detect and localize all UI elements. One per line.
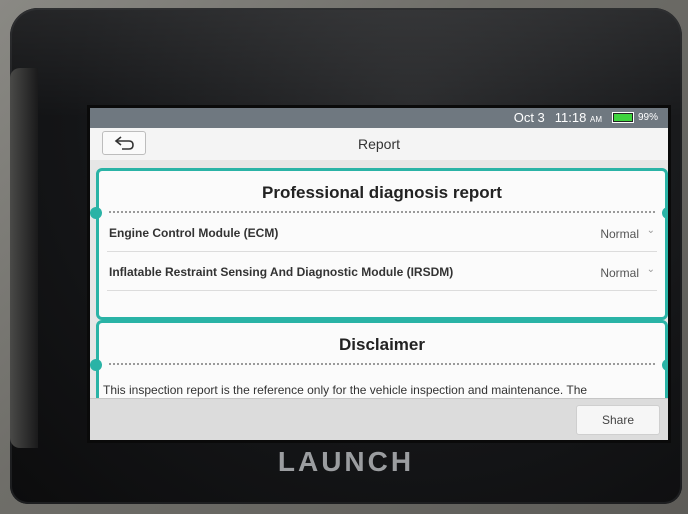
- chevron-down-icon: ⌄: [646, 225, 655, 236]
- chevron-down-icon: ⌄: [646, 264, 655, 275]
- battery-indicator: 99%: [611, 112, 658, 123]
- report-content[interactable]: Professional diagnosis report Engine Con…: [90, 160, 668, 422]
- status-right: Oct 3 11:18 AM 99%: [514, 110, 658, 125]
- card-notch: [90, 207, 102, 219]
- module-row-irsdm[interactable]: Inflatable Restraint Sensing And Diagnos…: [107, 252, 657, 291]
- title-bar: Report: [90, 128, 668, 161]
- status-time: 11:18: [554, 110, 587, 125]
- diagnosis-report-card: Professional diagnosis report Engine Con…: [90, 168, 668, 320]
- device-edge: [10, 68, 38, 448]
- battery-percent: 99%: [637, 112, 658, 123]
- card-notch: [662, 359, 668, 371]
- disclaimer-title: Disclaimer: [339, 335, 425, 354]
- tablet-device: Oct 3 11:18 AM 99% Report Professional d…: [10, 8, 682, 504]
- battery-fill: [613, 114, 632, 121]
- module-row-ecm[interactable]: Engine Control Module (ECM) Normal ⌄: [107, 213, 657, 252]
- status-bar: Oct 3 11:18 AM 99%: [90, 108, 668, 128]
- page-title: Report: [357, 136, 401, 152]
- status-ampm: AM: [589, 115, 602, 124]
- card-notch: [90, 359, 102, 371]
- module-label: Engine Control Module (ECM): [109, 226, 279, 240]
- module-status: Normal: [600, 266, 639, 280]
- photo-scene: Oct 3 11:18 AM 99% Report Professional d…: [0, 0, 688, 514]
- dotted-divider: [109, 363, 655, 365]
- battery-icon: [611, 112, 634, 123]
- disclaimer-text: This inspection report is the reference …: [103, 383, 588, 397]
- share-button[interactable]: Share: [576, 405, 660, 435]
- bezel-glare: [10, 8, 682, 118]
- card-notch: [662, 207, 668, 219]
- module-label: Inflatable Restraint Sensing And Diagnos…: [109, 265, 454, 279]
- diagnosis-report-title: Professional diagnosis report: [262, 183, 502, 202]
- tablet-screen: Oct 3 11:18 AM 99% Report Professional d…: [90, 108, 668, 440]
- device-brand-logo: LAUNCH: [277, 446, 415, 477]
- status-date: Oct 3: [513, 110, 545, 125]
- status-time-group: 11:18 AM: [555, 110, 602, 125]
- module-status: Normal: [600, 227, 639, 241]
- bottom-bar: Share: [90, 398, 668, 440]
